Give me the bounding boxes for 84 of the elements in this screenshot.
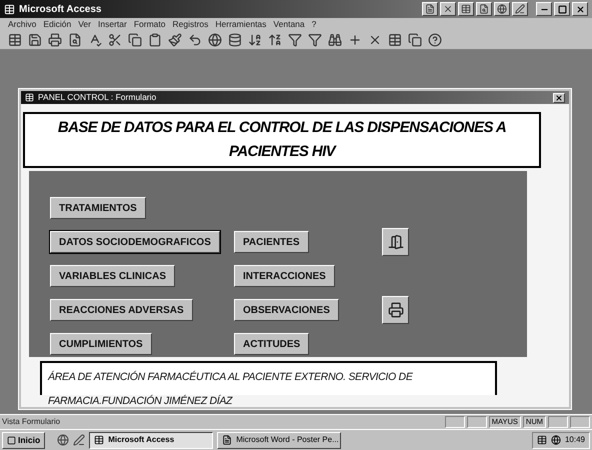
form-button[interactable]: CUMPLIMIENTOS [50,333,152,355]
menu-item[interactable]: Ver [78,18,91,30]
app-icon [4,4,15,14]
form-button[interactable]: OBSERVACIONES [234,299,339,321]
paste-icon[interactable] [148,32,162,46]
shortcut-icon [461,4,471,14]
document-icon [222,435,232,445]
form-button[interactable]: ACTITUDES [234,333,310,355]
shortcut-icon [443,4,453,14]
brush-icon[interactable] [168,32,182,46]
help-icon[interactable] [428,32,442,46]
menu-item[interactable]: Archivo [8,18,36,30]
status-text: Vista Formulario [2,416,62,428]
new-record-icon[interactable] [348,32,362,46]
form-button[interactable]: TRATAMIENTOS [50,197,146,219]
menu-item[interactable]: Ventana [273,18,305,30]
minimize-button[interactable] [536,2,552,16]
view-icon[interactable] [8,32,22,46]
menu-item[interactable]: Registros [172,18,208,30]
window-icon[interactable] [388,32,402,46]
shortcut-button[interactable] [422,2,438,16]
windows-icon [7,436,16,444]
taskbar-button[interactable]: Microsoft Access [89,432,214,448]
status-panel [444,416,465,428]
door-icon [388,234,404,250]
status-panel [570,416,590,428]
clock: 10:49 [564,434,585,446]
copy-icon[interactable] [128,32,142,46]
shortcut-icon [497,4,507,14]
taskbar-button[interactable]: Microsoft Word - Poster Pe... [217,432,342,448]
menu-item[interactable]: ? [312,18,316,30]
menu-item[interactable]: Herramientas [215,18,266,30]
database-icon[interactable] [228,32,242,46]
print-button[interactable] [382,296,409,324]
undo-icon[interactable] [188,32,202,46]
cut-icon[interactable] [108,32,122,46]
close-button[interactable] [572,2,588,16]
preview-icon[interactable] [68,32,82,46]
print-icon[interactable] [48,32,62,46]
maximize-icon [558,4,566,14]
close-icon [555,94,563,102]
objects-icon[interactable] [408,32,422,46]
shortcut-icon [425,4,435,14]
shortcut-button[interactable] [458,2,474,16]
form-button[interactable]: REACCIONES ADVERSAS [50,299,193,321]
close-icon [576,4,584,14]
status-panel [548,416,568,428]
form-button[interactable]: INTERACCIONES [234,265,335,287]
status-panel [466,416,487,428]
sort-ascending-icon[interactable] [248,32,262,46]
form-button[interactable]: VARIABLES CLINICAS [50,265,176,287]
pen-icon[interactable] [73,434,86,446]
access-icon [94,435,104,445]
search-icon[interactable] [328,32,342,46]
form-icon [25,93,34,102]
menu-item[interactable]: Formato [134,18,166,30]
sort-descending-icon[interactable] [268,32,282,46]
shortcut-icon [479,4,489,14]
save-icon[interactable] [28,32,42,46]
menu-item[interactable]: Insertar [98,18,127,30]
shortcut-icon [515,4,525,14]
start-button[interactable]: Inicio [2,432,46,448]
printer-icon [388,302,404,318]
browser-icon[interactable] [57,434,70,446]
spelling-icon[interactable] [88,32,102,46]
tray-icon[interactable] [550,435,561,445]
window-title: Microsoft Access [19,2,102,16]
footer-text: ÁREA DE ATENCIÓN FARMACÉUTICA AL PACIENTE EXTERNO. SERVICIO DE FARMACIA.FUNDACIÓN JIMÉNEZ DÍAZ [48,371,413,407]
exit-button[interactable] [382,228,409,256]
shortcut-button[interactable] [512,2,528,16]
filter-icon[interactable] [308,32,322,46]
globe-icon[interactable] [208,32,222,46]
filter-icon[interactable] [288,32,302,46]
shortcut-button[interactable] [440,2,456,16]
menu-item[interactable]: Edición [43,18,72,30]
form-button[interactable]: DATOS SOCIODEMOGRAFICOS [50,231,220,253]
maximize-button[interactable] [554,2,570,16]
shortcut-button[interactable] [494,2,510,16]
form-close-button[interactable] [553,92,565,102]
header-title: BASE DE DATOS PARA EL CONTROL DE LAS DISPENSACIONES A PACIENTES HIV [58,119,506,160]
form-button[interactable]: PACIENTES [234,231,308,253]
form-title: PANEL CONTROL : Formulario [38,91,156,104]
tray-icon[interactable] [536,435,547,445]
shortcut-button[interactable] [476,2,492,16]
